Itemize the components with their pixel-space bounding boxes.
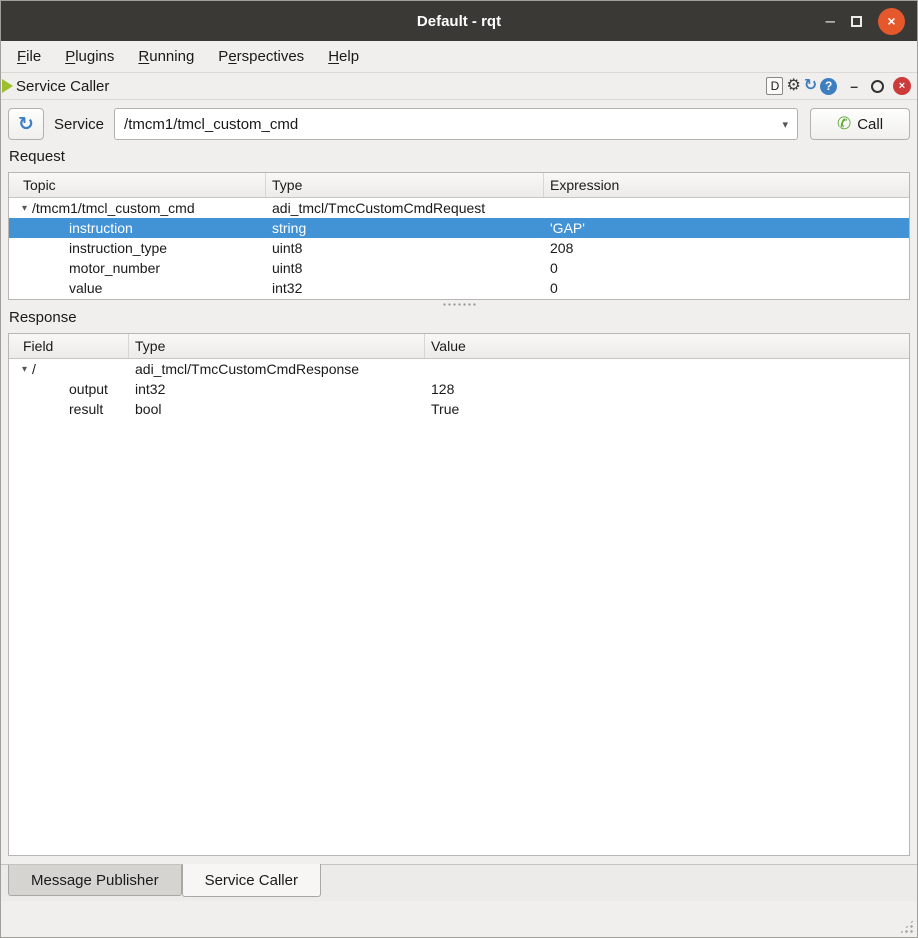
window-minimize-button[interactable]: –	[826, 16, 835, 26]
header-topic[interactable]: Topic	[9, 173, 266, 197]
response-row-root[interactable]: ▾ / adi_tmcl/TmcCustomCmdResponse	[9, 359, 909, 379]
response-row-output[interactable]: output int32 128	[9, 379, 909, 399]
plugin-content: ↻ Service /tmcm1/tmcl_custom_cmd ▾ ✆ Cal…	[1, 100, 917, 864]
cell-topic: motor_number	[9, 260, 266, 276]
gear-icon[interactable]: ⚙	[786, 78, 800, 94]
service-row: ↻ Service /tmcm1/tmcl_custom_cmd ▾ ✆ Cal…	[8, 108, 910, 140]
expander-icon[interactable]: ▾	[22, 203, 27, 214]
cell-topic: instruction_type	[9, 240, 266, 256]
refresh-services-button[interactable]: ↻	[8, 108, 44, 140]
phone-icon: ✆	[837, 114, 851, 134]
cell-type: adi_tmcl/TmcCustomCmdResponse	[129, 361, 425, 377]
plugin-close-button[interactable]: ×	[893, 77, 911, 95]
play-triangle-icon	[2, 79, 13, 93]
plugin-title: Service Caller	[16, 78, 109, 95]
menu-running[interactable]: Running	[126, 44, 206, 69]
cell-type: uint8	[266, 240, 544, 256]
plugin-float-button[interactable]	[871, 80, 884, 93]
request-row-instruction[interactable]: instruction string 'GAP'	[9, 218, 909, 238]
cell-type: int32	[266, 280, 544, 296]
plugin-actions: D ⚙ ↻ ? – ×	[766, 77, 911, 95]
menubar: File Plugins Running Perspectives Help	[1, 41, 917, 73]
plugin-titlebar: Service Caller D ⚙ ↻ ? – ×	[1, 73, 917, 100]
response-section-label: Response	[9, 309, 910, 327]
menu-perspectives[interactable]: Perspectives	[206, 44, 316, 69]
cell-topic: value	[9, 280, 266, 296]
chevron-down-icon: ▾	[782, 118, 788, 131]
cell-topic: instruction	[9, 220, 266, 236]
header-expression[interactable]: Expression	[544, 173, 909, 197]
menu-plugins[interactable]: Plugins	[53, 44, 126, 69]
menu-file[interactable]: File	[5, 44, 53, 69]
request-row-motor-number[interactable]: motor_number uint8 0	[9, 258, 909, 278]
statusbar	[1, 901, 917, 937]
response-row-result[interactable]: result bool True	[9, 399, 909, 419]
refresh-icon[interactable]: ↻	[804, 78, 817, 94]
help-icon[interactable]: ?	[820, 78, 837, 95]
request-table: Topic Type Expression ▾ /tmcm1/tmcl_custo…	[8, 172, 910, 300]
header-field[interactable]: Field	[9, 334, 129, 358]
call-button-label: Call	[857, 116, 883, 133]
menu-help[interactable]: Help	[316, 44, 371, 69]
cell-expression: 'GAP'	[544, 220, 909, 236]
splitter-grip-icon	[442, 303, 476, 306]
window-controls: – ×	[826, 8, 917, 35]
cell-type: bool	[129, 401, 425, 417]
cell-expression: 208	[544, 240, 909, 256]
service-label: Service	[54, 116, 104, 133]
cell-value: True	[425, 401, 909, 417]
window-maximize-button[interactable]	[851, 16, 862, 27]
request-row-value[interactable]: value int32 0	[9, 278, 909, 298]
resize-grip[interactable]	[899, 919, 914, 934]
cell-type: adi_tmcl/TmcCustomCmdRequest	[266, 200, 544, 216]
cell-type: uint8	[266, 260, 544, 276]
cell-field: output	[9, 381, 129, 397]
response-table-header: Field Type Value	[9, 334, 909, 359]
window-title: Default - rqt	[1, 13, 917, 30]
request-section-label: Request	[9, 148, 910, 166]
cell-expression: 0	[544, 280, 909, 296]
call-button[interactable]: ✆ Call	[810, 108, 910, 140]
cell-type: string	[266, 220, 544, 236]
cell-value: 128	[425, 381, 909, 397]
window-close-button[interactable]: ×	[878, 8, 905, 35]
expander-icon[interactable]: ▾	[22, 364, 27, 375]
cell-topic: /tmcm1/tmcl_custom_cmd	[32, 200, 195, 216]
cell-expression: 0	[544, 260, 909, 276]
request-row-instruction-type[interactable]: instruction_type uint8 208	[9, 238, 909, 258]
cell-type: int32	[129, 381, 425, 397]
request-row-root[interactable]: ▾ /tmcm1/tmcl_custom_cmd adi_tmcl/TmcCust…	[9, 198, 909, 218]
service-combobox-value: /tmcm1/tmcl_custom_cmd	[124, 116, 298, 133]
cell-field: result	[9, 401, 129, 417]
tab-service-caller[interactable]: Service Caller	[182, 864, 321, 897]
refresh-icon: ↻	[18, 113, 34, 136]
shortcut-badge-d: D	[766, 77, 783, 95]
request-table-header: Topic Type Expression	[9, 173, 909, 198]
cell-field: /	[32, 361, 36, 377]
service-combobox[interactable]: /tmcm1/tmcl_custom_cmd ▾	[114, 108, 798, 140]
header-type[interactable]: Type	[129, 334, 425, 358]
tab-message-publisher[interactable]: Message Publisher	[8, 865, 182, 896]
window-titlebar[interactable]: Default - rqt – ×	[1, 1, 917, 41]
request-response-splitter[interactable]	[8, 300, 910, 309]
dock-tabbar: Message Publisher Service Caller	[1, 864, 917, 901]
header-value[interactable]: Value	[425, 334, 909, 358]
response-table: Field Type Value ▾ / adi_tmcl/TmcCustomCm…	[8, 333, 910, 856]
header-type[interactable]: Type	[266, 173, 544, 197]
plugin-minimize-button[interactable]: –	[850, 78, 858, 94]
rqt-window: Default - rqt – × File Plugins Running P…	[0, 0, 918, 938]
